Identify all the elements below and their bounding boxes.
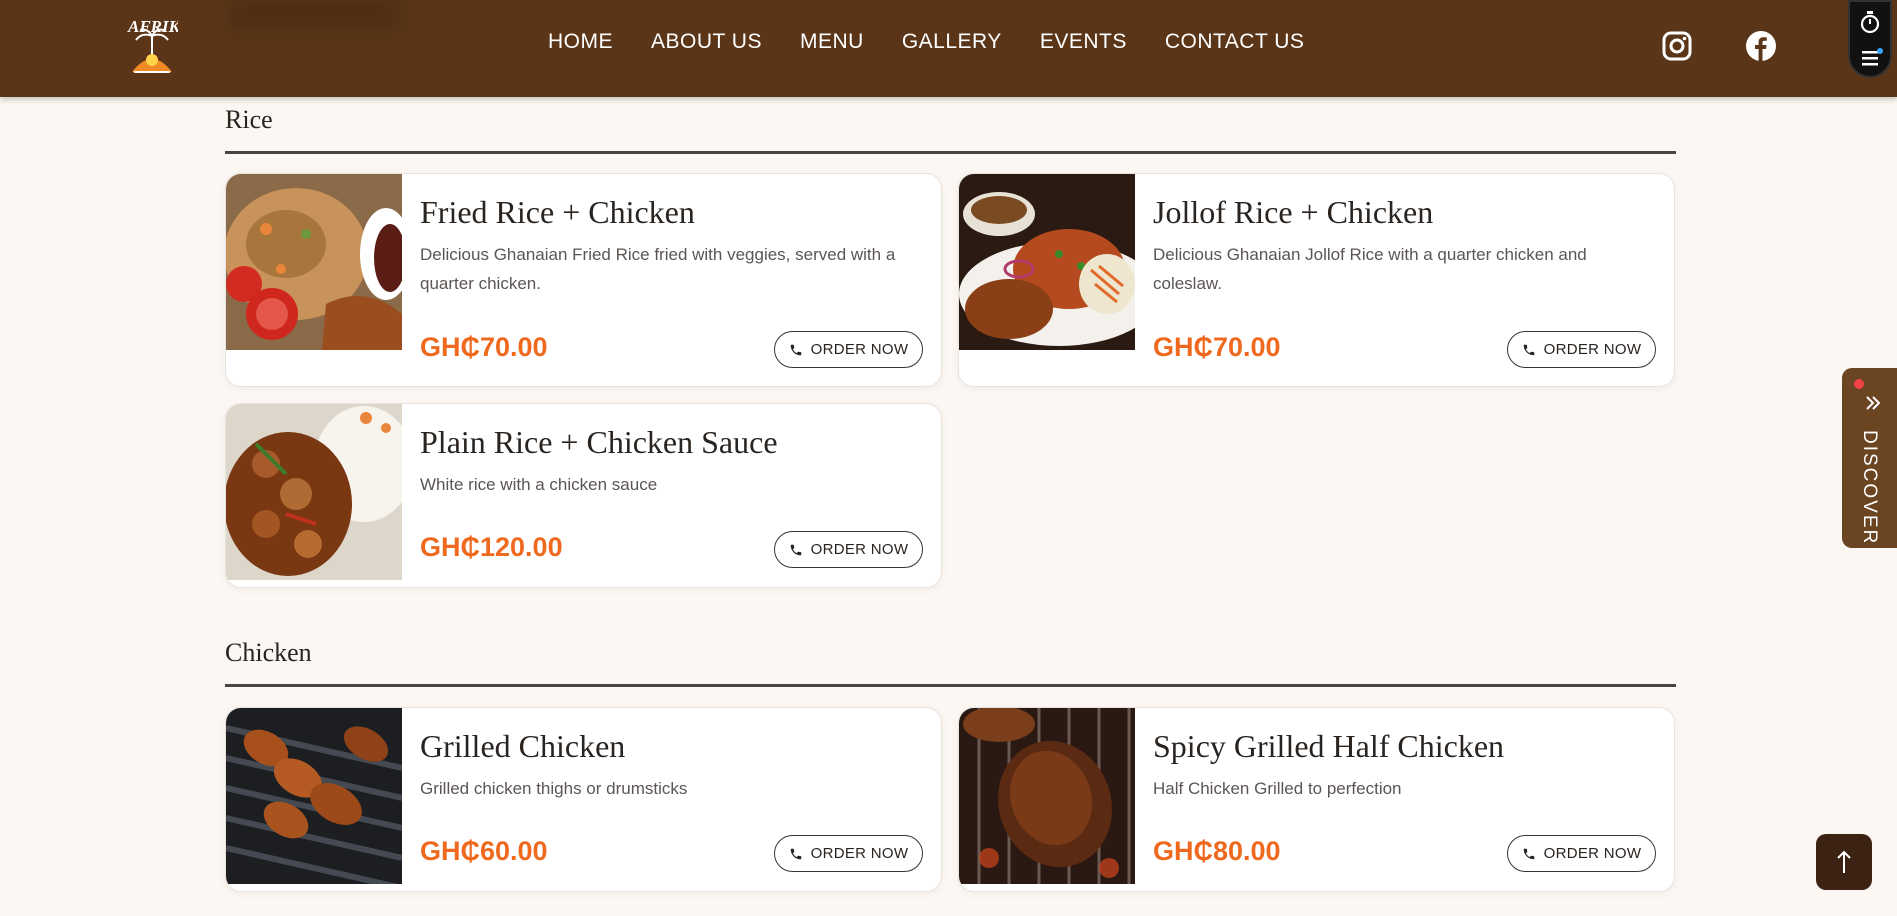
menu-card: Jollof Rice + Chicken Delicious Ghanaian… xyxy=(958,173,1675,387)
nav-contact-us[interactable]: CONTACT US xyxy=(1165,30,1305,54)
item-price: GH₵70.00 xyxy=(1153,332,1281,362)
order-now-label: ORDER NOW xyxy=(1543,341,1642,358)
jollof-rice-image xyxy=(959,174,1135,350)
item-description: White rice with a chicken sauce xyxy=(420,475,658,494)
menu-card: Grilled Chicken Grilled chicken thighs o… xyxy=(225,707,942,892)
afrik-logo[interactable]: AFRIK xyxy=(126,14,178,76)
order-now-button[interactable]: ORDER NOW xyxy=(1507,331,1656,368)
plain-rice-image xyxy=(226,404,402,580)
grilled-chicken-image xyxy=(226,708,402,884)
phone-icon xyxy=(790,344,801,355)
item-name: Fried Rice + Chicken xyxy=(420,194,695,230)
item-description: Half Chicken Grilled to perfection xyxy=(1153,779,1402,798)
timer-menu-icon xyxy=(1860,11,1883,66)
arrow-up-icon xyxy=(1837,850,1851,873)
main-nav: HOME ABOUT US MENU GALLERY EVENTS CONTAC… xyxy=(548,30,1342,54)
double-chevron-right-icon xyxy=(1866,396,1881,410)
item-description: Grilled chicken thighs or drumsticks xyxy=(420,779,688,798)
item-description: Delicious Ghanaian Fried Rice fried with… xyxy=(420,245,896,293)
item-description: Delicious Ghanaian Jollof Rice with a qu… xyxy=(1153,245,1587,293)
nav-home[interactable]: HOME xyxy=(548,30,613,54)
header-shadow-decoration xyxy=(230,0,400,30)
notification-dot xyxy=(1854,379,1864,389)
scroll-to-top-button[interactable] xyxy=(1816,834,1872,890)
phone-icon xyxy=(1523,848,1534,859)
phone-icon xyxy=(790,848,801,859)
instagram-icon[interactable] xyxy=(1661,30,1693,62)
phone-icon xyxy=(1523,344,1534,355)
discover-label: DISCOVER xyxy=(1859,430,1880,546)
nav-menu[interactable]: MENU xyxy=(800,30,864,54)
item-price: GH₵80.00 xyxy=(1153,836,1281,866)
menu-card: Spicy Grilled Half Chicken Half Chicken … xyxy=(958,707,1675,892)
section-title-rice: Rice xyxy=(225,105,273,134)
item-price: GH₵60.00 xyxy=(420,836,548,866)
menu-card: Fried Rice + Chicken Delicious Ghanaian … xyxy=(225,173,942,387)
order-now-button[interactable]: ORDER NOW xyxy=(774,531,923,568)
spicy-half-chicken-image xyxy=(959,708,1135,884)
order-now-label: ORDER NOW xyxy=(810,341,909,358)
order-now-label: ORDER NOW xyxy=(810,845,909,862)
fried-rice-image xyxy=(226,174,402,350)
order-now-button[interactable]: ORDER NOW xyxy=(1507,835,1656,872)
discover-tab[interactable]: DISCOVER xyxy=(1842,368,1897,548)
phone-icon xyxy=(790,544,801,555)
floating-widget[interactable] xyxy=(1848,0,1892,78)
order-now-button[interactable]: ORDER NOW xyxy=(774,331,923,368)
item-name: Plain Rice + Chicken Sauce xyxy=(420,424,778,460)
section-divider xyxy=(225,684,1676,687)
nav-events[interactable]: EVENTS xyxy=(1040,30,1127,54)
item-price: GH₵120.00 xyxy=(420,532,563,562)
facebook-icon[interactable] xyxy=(1745,30,1777,62)
section-title-chicken: Chicken xyxy=(225,638,312,667)
nav-gallery[interactable]: GALLERY xyxy=(902,30,1002,54)
order-now-label: ORDER NOW xyxy=(810,541,909,558)
order-now-label: ORDER NOW xyxy=(1543,845,1642,862)
item-name: Spicy Grilled Half Chicken xyxy=(1153,728,1505,764)
item-name: Grilled Chicken xyxy=(420,728,626,764)
item-price: GH₵70.00 xyxy=(420,332,548,362)
menu-card: Plain Rice + Chicken Sauce White rice wi… xyxy=(225,403,942,588)
order-now-button[interactable]: ORDER NOW xyxy=(774,835,923,872)
svg-text:AFRIK: AFRIK xyxy=(127,17,178,36)
item-name: Jollof Rice + Chicken xyxy=(1153,194,1434,230)
site-header: AFRIK HOME ABOUT US MENU GALLERY EVENTS … xyxy=(0,0,1897,97)
section-divider xyxy=(225,151,1676,154)
nav-about-us[interactable]: ABOUT US xyxy=(651,30,762,54)
